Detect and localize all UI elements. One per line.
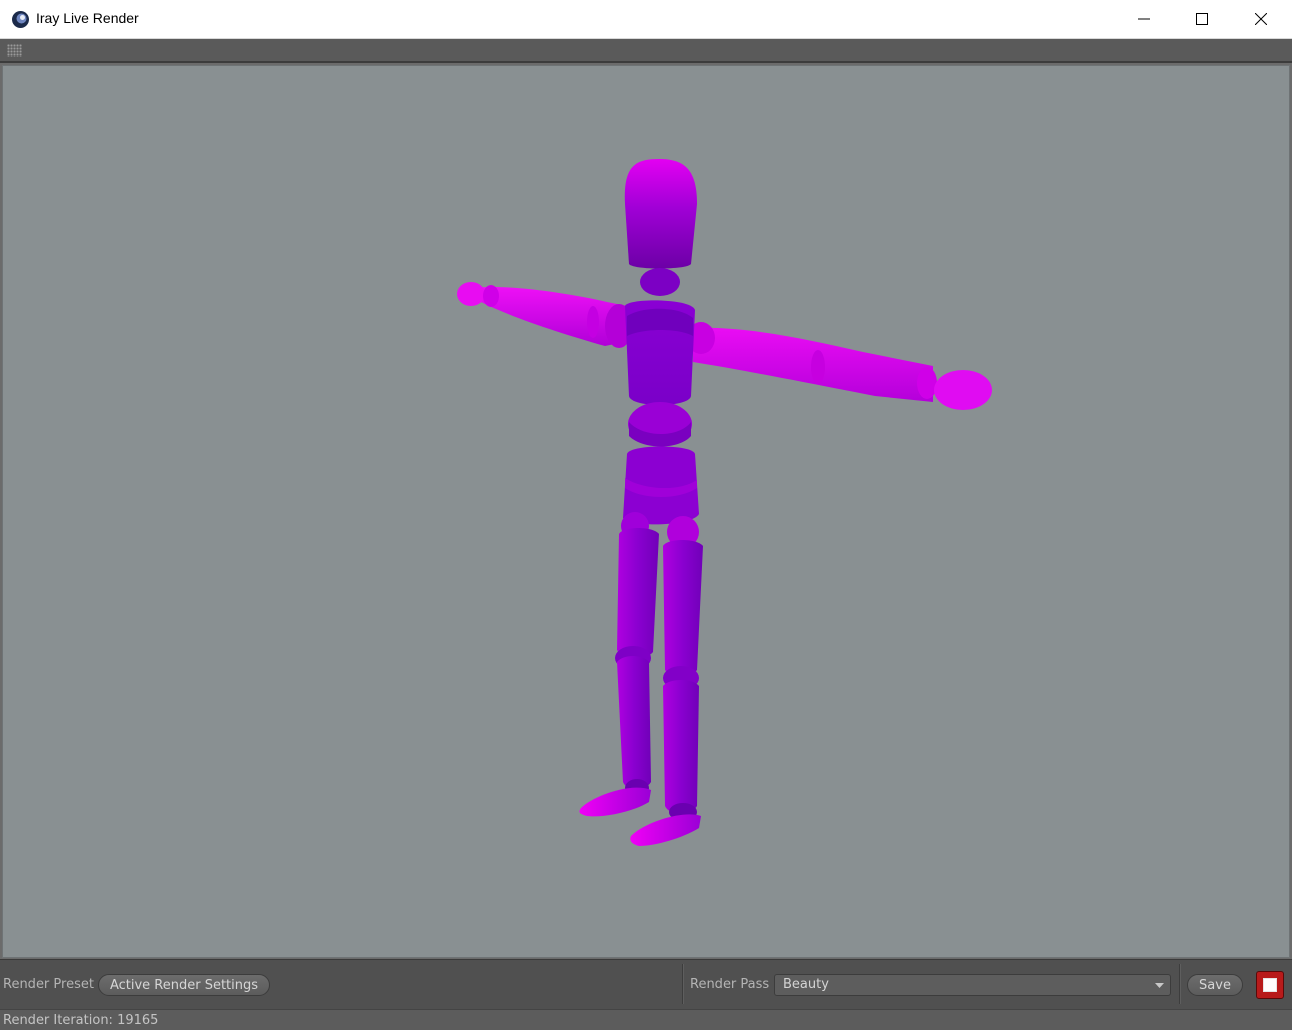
- render-pass-select[interactable]: Beauty: [774, 974, 1171, 996]
- minimize-icon: [1138, 18, 1150, 20]
- toolbar-grip-icon[interactable]: [7, 44, 22, 57]
- maximize-button[interactable]: [1173, 0, 1231, 38]
- render-preset-button[interactable]: Active Render Settings: [98, 974, 270, 996]
- render-pass-label: Render Pass: [690, 977, 770, 992]
- separator: [1179, 964, 1181, 1004]
- stop-icon: [1263, 978, 1277, 992]
- minimize-button[interactable]: [1115, 0, 1173, 38]
- stop-render-button[interactable]: [1256, 971, 1284, 999]
- chevron-down-icon: [1155, 983, 1164, 988]
- maximize-icon: [1196, 13, 1208, 25]
- save-button[interactable]: Save: [1187, 974, 1243, 996]
- close-icon: [1255, 13, 1267, 25]
- status-bar: Render Iteration: 19165: [0, 1009, 1292, 1030]
- render-preset-label: Render Preset: [3, 977, 94, 992]
- render-viewport[interactable]: [2, 65, 1290, 958]
- render-controls-bar: Render Preset Active Render Settings Ren…: [0, 959, 1292, 1009]
- title-bar: Iray Live Render: [0, 0, 1292, 39]
- toolbar-strip: [0, 39, 1292, 63]
- close-button[interactable]: [1232, 0, 1290, 38]
- render-iteration-status: Render Iteration: 19165: [3, 1013, 159, 1028]
- window-title: Iray Live Render: [36, 10, 139, 26]
- render-pass-value: Beauty: [783, 977, 829, 992]
- cinema4d-icon: [12, 11, 29, 28]
- separator: [682, 964, 684, 1004]
- rendered-figure: [457, 159, 992, 846]
